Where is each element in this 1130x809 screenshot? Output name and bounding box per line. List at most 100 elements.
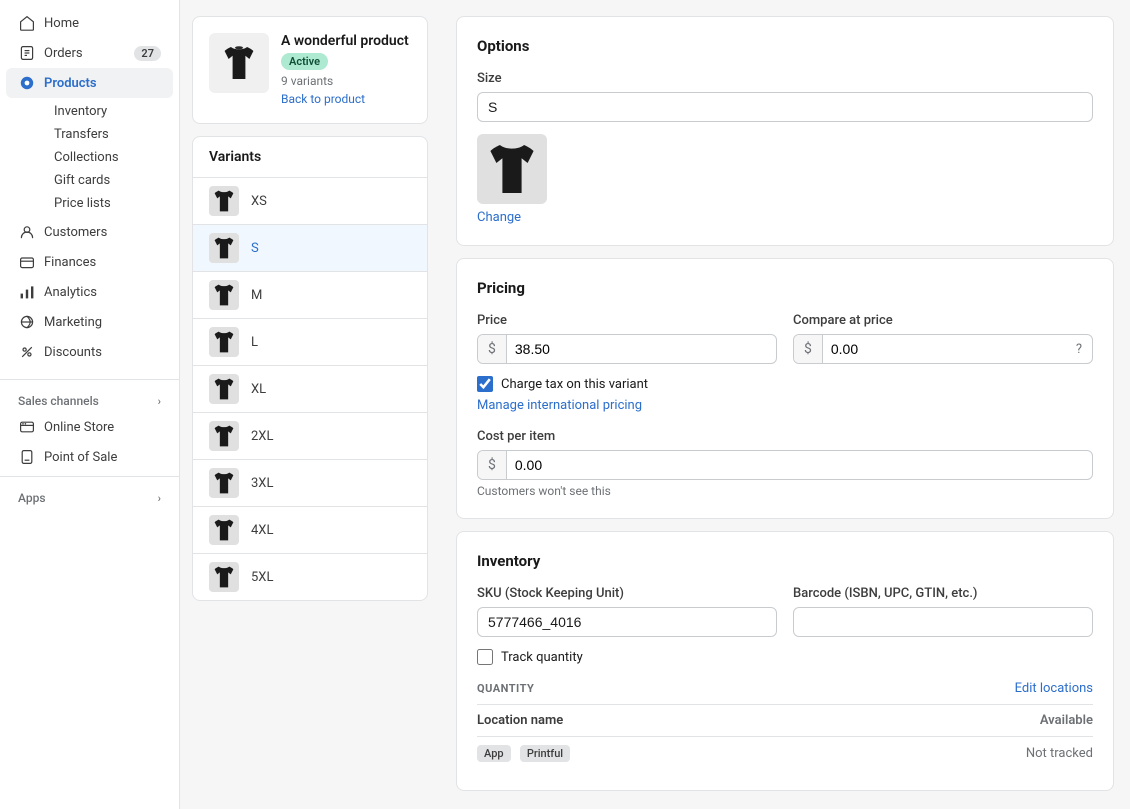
compare-price-input[interactable] [823,335,1066,363]
back-to-product-link[interactable]: Back to product [281,92,365,106]
app-tag: App [477,745,511,762]
variant-row[interactable]: M [193,272,427,319]
charge-tax-checkbox[interactable] [477,376,493,392]
sidebar-item-pos-label: Point of Sale [44,450,117,465]
sidebar-item-online-store[interactable]: Online Store [6,412,173,442]
sidebar: Home Orders 27 Products Inventory Transf… [0,0,180,809]
finances-icon [18,253,36,271]
help-icon[interactable]: ? [1066,336,1092,363]
sidebar-item-home-label: Home [44,16,79,31]
sku-label: SKU (Stock Keeping Unit) [477,586,777,601]
sidebar-item-inventory[interactable]: Inventory [42,100,173,123]
variant-name: 4XL [251,523,273,538]
pricing-row: Price $ Compare at price $ ? [477,313,1093,364]
sidebar-item-discounts[interactable]: Discounts [6,337,173,367]
sidebar-item-home[interactable]: Home [6,8,173,38]
inventory-card: Inventory SKU (Stock Keeping Unit) Barco… [456,531,1114,791]
sidebar-item-transfers[interactable]: Transfers [42,123,173,146]
variant-thumbnail [209,327,239,357]
inventory-row: SKU (Stock Keeping Unit) Barcode (ISBN, … [477,586,1093,637]
sidebar-item-analytics[interactable]: Analytics [6,277,173,307]
compare-price-prefix: $ [794,335,823,363]
sidebar-item-pos[interactable]: Point of Sale [6,442,173,472]
variant-thumbnail [209,515,239,545]
sku-input[interactable] [477,607,777,637]
cost-input-wrapper: $ [477,450,1093,480]
online-store-icon [18,418,36,436]
cost-label: Cost per item [477,429,1093,444]
variant-thumbnail [209,468,239,498]
sidebar-item-online-store-label: Online Store [44,420,114,435]
sidebar-item-analytics-label: Analytics [44,285,97,300]
location-tags: App Printful [477,745,576,762]
sku-field: SKU (Stock Keeping Unit) [477,586,777,637]
variant-name: 5XL [251,570,273,585]
main-content: A wonderful product Active 9 variants Ba… [180,0,1130,809]
intl-pricing-link[interactable]: Manage international pricing [477,398,642,413]
track-qty-checkbox[interactable] [477,649,493,665]
track-qty-label: Track quantity [501,650,583,665]
price-input-wrapper: $ [477,334,777,364]
variant-preview-image [477,134,547,204]
orders-badge: 27 [134,46,161,61]
edit-locations-link[interactable]: Edit locations [1015,681,1093,696]
variant-row[interactable]: L [193,319,427,366]
sales-channels-arrow[interactable]: › [158,395,161,408]
cost-note: Customers won't see this [477,484,1093,498]
options-title: Options [477,37,1093,55]
track-qty-row: Track quantity [477,649,1093,665]
qty-header: QUANTITY Edit locations [477,681,1093,696]
size-input[interactable] [477,92,1093,122]
variant-row[interactable]: S [193,225,427,272]
price-input[interactable] [507,335,776,363]
variant-row[interactable]: XL [193,366,427,413]
variant-name: S [251,241,259,256]
variant-thumbnail [209,421,239,451]
sidebar-item-marketing[interactable]: Marketing [6,307,173,337]
qty-section: QUANTITY Edit locations Location name Av… [477,681,1093,770]
barcode-field: Barcode (ISBN, UPC, GTIN, etc.) [793,586,1093,637]
variant-thumbnail [209,280,239,310]
sidebar-item-finances[interactable]: Finances [6,247,173,277]
size-label: Size [477,71,1093,86]
barcode-label: Barcode (ISBN, UPC, GTIN, etc.) [793,586,1093,601]
sidebar-item-marketing-label: Marketing [44,315,102,330]
variant-row[interactable]: 2XL [193,413,427,460]
change-image-link[interactable]: Change [477,210,521,225]
variant-name: M [251,288,262,303]
left-panel: A wonderful product Active 9 variants Ba… [180,0,440,809]
variant-row[interactable]: 3XL [193,460,427,507]
variant-row[interactable]: 5XL [193,554,427,600]
cost-prefix: $ [478,451,507,479]
variant-row[interactable]: XS [193,178,427,225]
sidebar-item-collections[interactable]: Collections [42,146,173,169]
product-card: A wonderful product Active 9 variants Ba… [192,16,428,124]
available-col-header: Available [1040,713,1093,728]
qty-column-headers: Location name Available [477,704,1093,736]
sidebar-item-orders-label: Orders [44,46,83,61]
pos-icon [18,448,36,466]
sidebar-item-discounts-label: Discounts [44,345,102,360]
marketing-icon [18,313,36,331]
tax-row: Charge tax on this variant [477,376,1093,392]
variant-name: XL [251,382,266,397]
variant-thumbnail [209,233,239,263]
discounts-icon [18,343,36,361]
not-tracked-label: Not tracked [1026,746,1093,761]
sidebar-item-customers[interactable]: Customers [6,217,173,247]
product-thumbnail [209,33,269,93]
sidebar-item-orders[interactable]: Orders 27 [6,38,173,68]
barcode-input[interactable] [793,607,1093,637]
cost-input[interactable] [507,451,1092,479]
variants-list: XS S M L XL [193,178,427,600]
charge-tax-label: Charge tax on this variant [501,377,648,392]
variant-name: 2XL [251,429,273,444]
inventory-title: Inventory [477,552,1093,570]
sidebar-item-price-lists[interactable]: Price lists [42,192,173,215]
variant-row[interactable]: 4XL [193,507,427,554]
sidebar-item-products[interactable]: Products [6,68,173,98]
product-info: A wonderful product Active 9 variants Ba… [281,33,411,107]
sidebar-item-gift-cards[interactable]: Gift cards [42,169,173,192]
sidebar-item-customers-label: Customers [44,225,107,240]
apps-arrow[interactable]: › [158,492,161,505]
